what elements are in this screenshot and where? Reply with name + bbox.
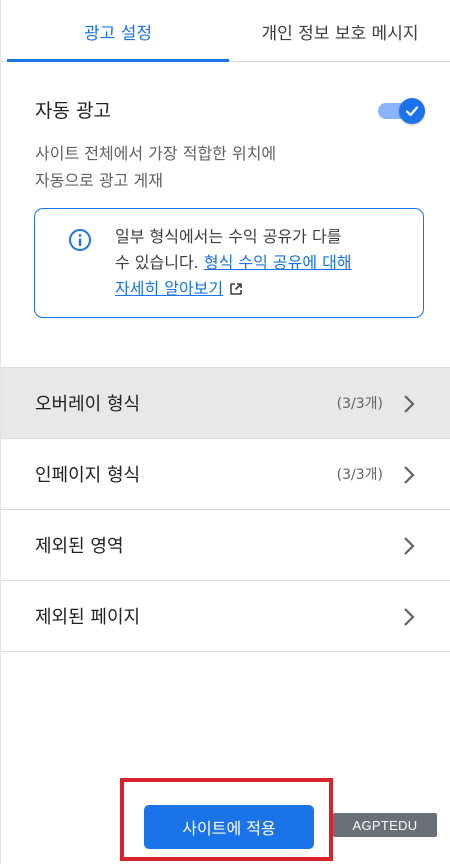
chevron-right-icon	[404, 395, 415, 413]
list-item-overlay-formats[interactable]: 오버레이 형식 (3/3개)	[1, 368, 450, 439]
notice-text-line1: 일부 형식에서는 수익 공유가 다를	[115, 227, 342, 246]
external-link-icon[interactable]	[229, 282, 243, 296]
notice-text-line2: 수 있습니다.	[115, 253, 204, 272]
tab-privacy-messages[interactable]: 개인 정보 보호 메시지	[229, 0, 450, 62]
learn-more-link-line1[interactable]: 형식 수익 공유에 대해	[204, 253, 352, 272]
list-item-label: 오버레이 형식	[35, 394, 141, 415]
toggle-knob	[399, 98, 425, 124]
active-tab-indicator	[7, 59, 229, 62]
format-settings-list: 오버레이 형식 (3/3개) 인페이지 형식 (3/3개) 제외된 영역 제외된…	[1, 367, 450, 652]
auto-ads-description-line2: 자동으로 광고 게재	[35, 171, 163, 190]
info-icon	[69, 229, 91, 251]
chevron-right-icon	[404, 608, 415, 626]
chevron-right-icon	[404, 537, 415, 555]
chevron-right-icon	[404, 466, 415, 484]
list-item-in-page-formats[interactable]: 인페이지 형식 (3/3개)	[1, 439, 450, 510]
tab-ad-settings[interactable]: 광고 설정	[7, 0, 229, 62]
list-item-label: 인페이지 형식	[35, 465, 141, 486]
list-item-label: 제외된 페이지	[35, 607, 141, 628]
auto-ads-toggle[interactable]	[378, 98, 426, 124]
auto-ads-description: 사이트 전체에서 가장 적합한 위치에 자동으로 광고 게재	[35, 140, 355, 194]
auto-ads-description-line1: 사이트 전체에서 가장 적합한 위치에	[35, 144, 277, 163]
list-item-label: 제외된 영역	[35, 536, 124, 557]
revenue-share-notice: 일부 형식에서는 수익 공유가 다를 수 있습니다. 형식 수익 공유에 대해자…	[34, 208, 424, 318]
watermark-label: AGPTEDU	[333, 813, 437, 837]
apply-to-site-button[interactable]: 사이트에 적용	[144, 805, 314, 849]
learn-more-link-line2[interactable]: 자세히 알아보기	[115, 279, 223, 298]
ad-settings-panel: 광고 설정 개인 정보 보호 메시지 자동 광고 사이트 전체에서 가장 적합한…	[0, 0, 450, 864]
list-item-count: (3/3개)	[336, 467, 383, 483]
notice-text: 일부 형식에서는 수익 공유가 다를 수 있습니다. 형식 수익 공유에 대해자…	[115, 224, 405, 302]
list-item-count: (3/3개)	[336, 396, 383, 412]
auto-ads-title: 자동 광고	[35, 100, 111, 122]
list-item-excluded-areas[interactable]: 제외된 영역	[1, 510, 450, 581]
list-item-excluded-pages[interactable]: 제외된 페이지	[1, 581, 450, 652]
checkmark-icon	[405, 106, 419, 117]
tab-bar: 광고 설정 개인 정보 보호 메시지	[1, 0, 450, 62]
